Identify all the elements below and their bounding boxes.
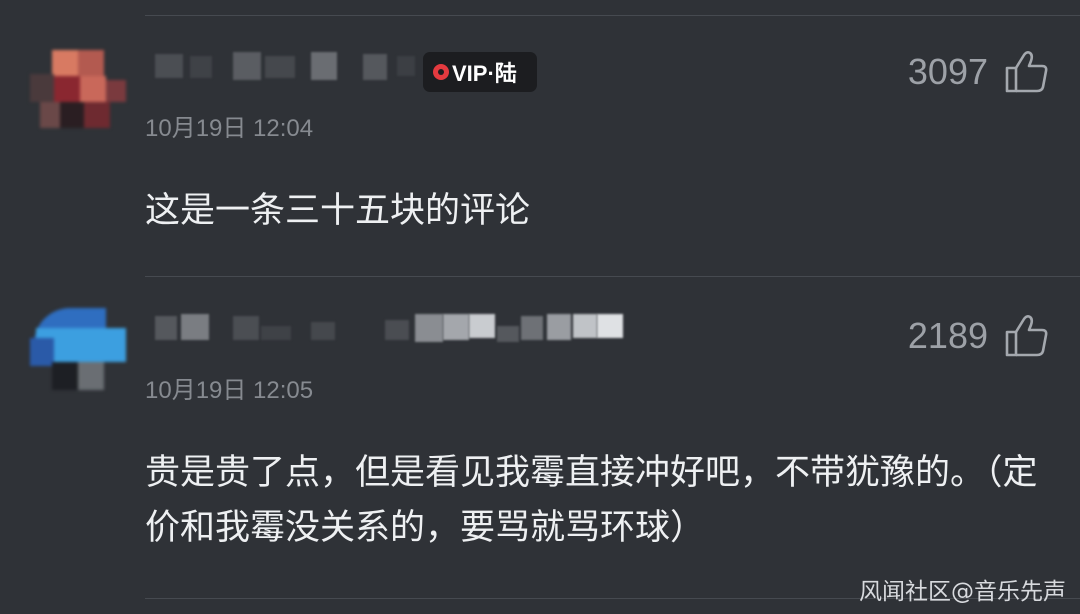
username-blurred[interactable] <box>145 312 625 348</box>
avatar[interactable] <box>30 308 130 390</box>
like-button[interactable]: 2189 <box>908 314 1050 358</box>
comment-text: 贵是贵了点，但是看见我霉直接冲好吧，不带犹豫的。（定价和我霉没关系的，要骂就骂环… <box>145 453 1038 548</box>
comment-item: 10月19日 12:05 2189 贵是贵了点，但是看见我霉直接冲好吧，不带犹豫… <box>0 0 1080 614</box>
like-count: 2189 <box>907 315 988 356</box>
thumbs-up-icon[interactable] <box>1004 314 1050 358</box>
watermark: 风闻社区@音乐先声 <box>859 579 1066 605</box>
comment-timestamp: 10月19日 12:05 <box>145 377 314 404</box>
